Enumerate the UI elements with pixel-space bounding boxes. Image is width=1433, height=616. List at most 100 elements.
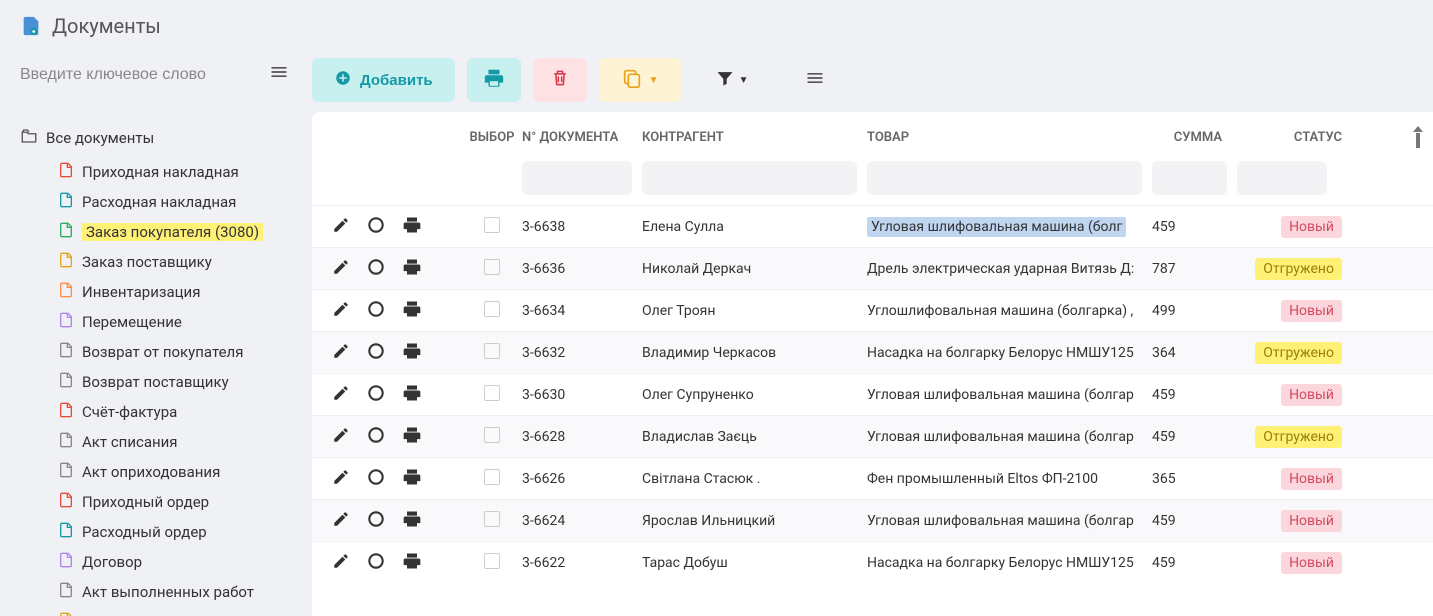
edit-icon[interactable] bbox=[332, 258, 350, 280]
table-row[interactable]: 3-6628Владислав ЗаєцьУгловая шлифовальна… bbox=[312, 415, 1433, 457]
table-row[interactable]: 3-6630Олег СупруненкоУгловая шлифовальна… bbox=[312, 373, 1433, 415]
document-icon bbox=[58, 311, 74, 333]
sidebar-item[interactable]: Заказ покупателя (3080) bbox=[58, 217, 290, 247]
delete-button[interactable] bbox=[533, 58, 587, 102]
cell-docnum: 3-6630 bbox=[522, 387, 642, 403]
col-header-product[interactable]: ТОВАР bbox=[867, 130, 1152, 145]
filter-status[interactable] bbox=[1237, 161, 1327, 195]
row-checkbox[interactable] bbox=[484, 469, 500, 485]
sidebar-item[interactable]: Перемещение bbox=[58, 307, 290, 337]
sidebar-item[interactable]: Доверенность bbox=[58, 607, 290, 616]
cell-status: Новый bbox=[1242, 216, 1342, 238]
edit-icon[interactable] bbox=[332, 384, 350, 406]
sidebar-item-label: Акт выполненных работ bbox=[82, 583, 254, 601]
print-button[interactable] bbox=[467, 58, 521, 102]
col-header-status[interactable]: СТАТУС bbox=[1242, 130, 1342, 145]
copy-button[interactable]: ▼ bbox=[599, 58, 681, 102]
document-icon bbox=[58, 341, 74, 363]
row-checkbox[interactable] bbox=[484, 553, 500, 569]
sidebar-item[interactable]: Акт выполненных работ bbox=[58, 577, 290, 607]
filter-contragent[interactable] bbox=[642, 161, 857, 195]
edit-icon[interactable] bbox=[332, 216, 350, 238]
edit-icon[interactable] bbox=[332, 510, 350, 532]
sidebar-item-label: Инвентаризация bbox=[82, 283, 200, 301]
table-row[interactable]: 3-6638Елена СуллаУгловая шлифовальная ма… bbox=[312, 205, 1433, 247]
edit-icon[interactable] bbox=[332, 426, 350, 448]
scroll-up-button[interactable] bbox=[1411, 124, 1425, 154]
sidebar-item[interactable]: Приходная накладная bbox=[58, 157, 290, 187]
table-row[interactable]: 3-6634Олег ТроянУглошлифовальная машина … bbox=[312, 289, 1433, 331]
row-checkbox[interactable] bbox=[484, 259, 500, 275]
print-row-icon[interactable] bbox=[402, 341, 422, 365]
edit-icon[interactable] bbox=[332, 552, 350, 574]
col-header-contragent[interactable]: КОНТРАГЕНТ bbox=[642, 130, 867, 145]
circle-icon[interactable] bbox=[366, 425, 386, 449]
sidebar-item[interactable]: Счёт-фактура bbox=[58, 397, 290, 427]
sidebar-item[interactable]: Приходный ордер bbox=[58, 487, 290, 517]
document-icon bbox=[58, 191, 74, 213]
document-icon bbox=[58, 461, 74, 483]
cell-sum: 459 bbox=[1152, 387, 1242, 403]
col-header-docnum[interactable]: N° ДОКУМЕНТА bbox=[522, 130, 642, 145]
table-row[interactable]: 3-6624Ярослав ИльницкийУгловая шлифоваль… bbox=[312, 499, 1433, 541]
sidebar-item[interactable]: Расходный ордер bbox=[58, 517, 290, 547]
circle-icon[interactable] bbox=[366, 341, 386, 365]
row-checkbox[interactable] bbox=[484, 385, 500, 401]
circle-icon[interactable] bbox=[366, 257, 386, 281]
cell-product: Угловая шлифовальная машина (болгар bbox=[867, 429, 1152, 445]
filter-docnum[interactable] bbox=[522, 161, 632, 195]
circle-icon[interactable] bbox=[366, 299, 386, 323]
row-checkbox[interactable] bbox=[484, 301, 500, 317]
table-row[interactable]: 3-6626Світлана Стасюк .Фен промышленный … bbox=[312, 457, 1433, 499]
more-menu-button[interactable] bbox=[782, 58, 848, 102]
cell-status: Новый bbox=[1242, 300, 1342, 322]
circle-icon[interactable] bbox=[366, 467, 386, 491]
row-checkbox[interactable] bbox=[484, 343, 500, 359]
print-row-icon[interactable] bbox=[402, 509, 422, 533]
sidebar-item[interactable]: Акт оприходования bbox=[58, 457, 290, 487]
sidebar-item-label: Приходный ордер bbox=[82, 493, 209, 511]
sidebar-item[interactable]: Инвентаризация bbox=[58, 277, 290, 307]
sidebar-item[interactable]: Договор bbox=[58, 547, 290, 577]
print-row-icon[interactable] bbox=[402, 299, 422, 323]
sidebar-toggle-icon[interactable] bbox=[268, 62, 290, 87]
sidebar-item[interactable]: Расходная накладная bbox=[58, 187, 290, 217]
table-row[interactable]: 3-6632Владимир ЧеркасовНасадка на болгар… bbox=[312, 331, 1433, 373]
filter-sum[interactable] bbox=[1152, 161, 1227, 195]
document-icon bbox=[58, 221, 74, 243]
row-checkbox[interactable] bbox=[484, 427, 500, 443]
print-row-icon[interactable] bbox=[402, 467, 422, 491]
search-input[interactable] bbox=[20, 66, 220, 84]
circle-icon[interactable] bbox=[366, 215, 386, 239]
sidebar-item[interactable]: Возврат поставщику bbox=[58, 367, 290, 397]
edit-icon[interactable] bbox=[332, 342, 350, 364]
cell-contragent: Владимир Черкасов bbox=[642, 345, 867, 361]
cell-product: Угловая шлифовальная машина (болгар bbox=[867, 387, 1152, 403]
cell-product: Дрель электрическая ударная Витязь Д: bbox=[867, 261, 1152, 277]
row-checkbox[interactable] bbox=[484, 217, 500, 233]
edit-icon[interactable] bbox=[332, 300, 350, 322]
print-row-icon[interactable] bbox=[402, 215, 422, 239]
col-header-sum[interactable]: СУММА bbox=[1152, 130, 1242, 145]
table-row[interactable]: 3-6622Тарас ДобушНасадка на болгарку Бел… bbox=[312, 541, 1433, 583]
print-row-icon[interactable] bbox=[402, 425, 422, 449]
tree-root-all-documents[interactable]: Все документы bbox=[20, 123, 290, 153]
row-checkbox[interactable] bbox=[484, 511, 500, 527]
table-row[interactable]: 3-6636Николай ДеркачДрель электрическая … bbox=[312, 247, 1433, 289]
print-row-icon[interactable] bbox=[402, 551, 422, 575]
circle-icon[interactable] bbox=[366, 509, 386, 533]
print-row-icon[interactable] bbox=[402, 383, 422, 407]
print-row-icon[interactable] bbox=[402, 257, 422, 281]
filter-button[interactable]: ▼ bbox=[693, 58, 771, 102]
filter-product[interactable] bbox=[867, 161, 1142, 195]
sidebar-item[interactable]: Возврат от покупателя bbox=[58, 337, 290, 367]
edit-icon[interactable] bbox=[332, 468, 350, 490]
circle-icon[interactable] bbox=[366, 551, 386, 575]
sidebar-item[interactable]: Заказ поставщику bbox=[58, 247, 290, 277]
sidebar-item[interactable]: Акт списания bbox=[58, 427, 290, 457]
col-header-select[interactable]: ВЫБОР bbox=[462, 130, 522, 145]
add-button[interactable]: Добавить bbox=[312, 58, 455, 102]
cell-contragent: Світлана Стасюк . bbox=[642, 471, 867, 487]
cell-contragent: Тарас Добуш bbox=[642, 555, 867, 571]
circle-icon[interactable] bbox=[366, 383, 386, 407]
